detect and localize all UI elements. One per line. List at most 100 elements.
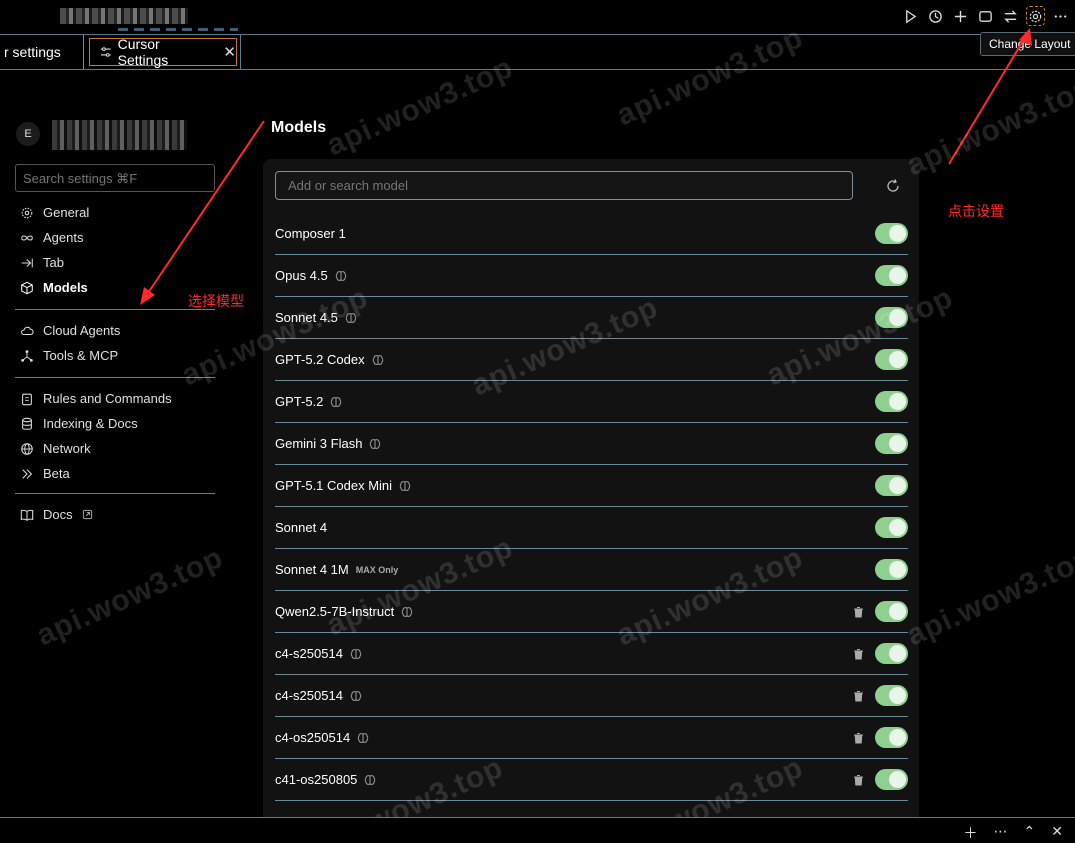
cube-icon bbox=[21, 281, 33, 294]
chevron-up-icon[interactable]: ⌃ bbox=[1024, 823, 1036, 843]
models-panel: Composer 1Opus 4.5Sonnet 4.5GPT-5.2 Code… bbox=[263, 159, 919, 843]
swap-icon[interactable] bbox=[1002, 7, 1019, 25]
sidebar-item-label: General bbox=[43, 205, 90, 220]
model-row: c4-s250514 bbox=[275, 633, 908, 675]
database-icon bbox=[22, 417, 32, 430]
more-icon[interactable] bbox=[1052, 7, 1069, 25]
sidebar-item-cloud-agents[interactable]: Cloud Agents bbox=[20, 318, 220, 343]
sidebar-item-general[interactable]: General bbox=[20, 200, 220, 225]
cloud-icon bbox=[21, 326, 34, 335]
blurred-window-title bbox=[60, 8, 188, 24]
model-row: GPT-5.2 bbox=[275, 381, 908, 423]
model-toggle[interactable] bbox=[875, 727, 908, 748]
model-toggle[interactable] bbox=[875, 265, 908, 286]
model-toggle[interactable] bbox=[875, 643, 908, 664]
model-name: Sonnet 4 bbox=[275, 520, 328, 535]
model-toggle[interactable] bbox=[875, 517, 908, 538]
search-input[interactable] bbox=[15, 164, 215, 192]
tab-settings-previous[interactable]: r settings bbox=[0, 35, 84, 69]
trash-icon[interactable] bbox=[853, 732, 864, 744]
model-toggle[interactable] bbox=[875, 559, 908, 580]
watermark: api.wow3.top bbox=[31, 540, 229, 653]
trash-icon[interactable] bbox=[853, 774, 864, 786]
title-bar bbox=[0, 0, 1075, 34]
model-search-input[interactable] bbox=[275, 171, 853, 200]
sidebar-item-docs[interactable]: Docs bbox=[20, 502, 220, 527]
model-row: Sonnet 4 bbox=[275, 507, 908, 549]
clipboard-icon bbox=[22, 393, 32, 405]
avatar: E bbox=[16, 122, 40, 146]
brain-icon bbox=[399, 480, 411, 491]
brain-icon bbox=[357, 732, 369, 743]
sidebar-item-tab[interactable]: Tab bbox=[20, 250, 220, 275]
close-icon[interactable]: ✕ bbox=[223, 43, 236, 61]
annotation-click-settings: 点击设置 bbox=[948, 203, 1004, 219]
tab-divider bbox=[240, 35, 241, 69]
trash-icon[interactable] bbox=[853, 690, 864, 702]
sidebar-item-beta[interactable]: Beta bbox=[20, 461, 220, 486]
model-row: Opus 4.5 bbox=[275, 255, 908, 297]
plus-icon[interactable] bbox=[952, 7, 969, 25]
blurred-title-underline bbox=[118, 28, 238, 31]
model-toggle[interactable] bbox=[875, 769, 908, 790]
model-name: c4-s250514 bbox=[275, 646, 343, 661]
model-row: Gemini 3 Flash bbox=[275, 423, 908, 465]
chevrons-icon bbox=[22, 468, 33, 479]
sidebar-item-label: Network bbox=[43, 441, 91, 456]
model-toggle[interactable] bbox=[875, 223, 908, 244]
tooltip: Change Layout bbox=[980, 32, 1075, 56]
globe-icon bbox=[21, 442, 33, 455]
tab-bar: r settings Cursor Settings ✕ bbox=[0, 34, 1075, 70]
brain-icon bbox=[370, 438, 381, 449]
model-toggle[interactable] bbox=[875, 685, 908, 706]
tab-cursor-settings[interactable]: Cursor Settings ✕ bbox=[89, 36, 237, 68]
model-toggle[interactable] bbox=[875, 391, 908, 412]
play-icon[interactable] bbox=[902, 7, 919, 25]
model-name: c4-s250514 bbox=[275, 688, 343, 703]
brain-icon bbox=[372, 354, 383, 365]
sidebar-divider bbox=[15, 493, 215, 494]
model-name: Opus 4.5 bbox=[275, 268, 328, 283]
trash-icon[interactable] bbox=[853, 648, 864, 660]
model-name: Gemini 3 Flash bbox=[275, 436, 363, 451]
sidebar-item-label: Cloud Agents bbox=[43, 323, 121, 338]
sidebar-item-indexing-docs[interactable]: Indexing & Docs bbox=[20, 411, 220, 436]
model-name: Composer 1 bbox=[275, 226, 346, 241]
nav-group-docs: Docs bbox=[20, 502, 220, 527]
model-toggle[interactable] bbox=[875, 601, 908, 622]
tab-label: Cursor Settings bbox=[117, 36, 169, 68]
brain-icon bbox=[335, 270, 347, 281]
sidebar-item-network[interactable]: Network bbox=[20, 436, 220, 461]
model-row: c4-s250514 bbox=[275, 675, 908, 717]
gear-icon[interactable] bbox=[1026, 6, 1045, 26]
model-toggle[interactable] bbox=[875, 349, 908, 370]
model-row: c41-os250805 bbox=[275, 759, 908, 801]
title-bar-actions bbox=[902, 6, 1069, 26]
model-row: Composer 1 bbox=[275, 213, 908, 255]
bottom-actions: ＋ ⋯ ⌃ ✕ bbox=[964, 823, 1063, 843]
bottom-panel-bar: ＋ ⋯ ⌃ ✕ bbox=[0, 817, 1075, 843]
model-row: GPT-5.1 Codex Mini bbox=[275, 465, 908, 507]
model-name: GPT-5.2 Codex bbox=[275, 352, 365, 367]
refresh-icon[interactable] bbox=[885, 178, 901, 194]
layout-icon[interactable] bbox=[977, 7, 994, 25]
gear-icon bbox=[21, 207, 33, 218]
sliders-icon bbox=[100, 47, 111, 57]
plus-icon[interactable]: ＋ bbox=[964, 823, 978, 843]
model-name: GPT-5.2 bbox=[275, 394, 324, 409]
model-toggle[interactable] bbox=[875, 433, 908, 454]
sidebar-item-label: Beta bbox=[43, 466, 70, 481]
model-toggle[interactable] bbox=[875, 475, 908, 496]
trash-icon[interactable] bbox=[853, 606, 864, 618]
nav-group-general: General Agents Tab Models bbox=[20, 200, 220, 300]
brain-icon bbox=[350, 690, 362, 701]
sidebar-item-agents[interactable]: Agents bbox=[20, 225, 220, 250]
nav-group-rules: Rules and Commands Indexing & Docs Netwo… bbox=[20, 386, 220, 486]
sidebar-item-label: Rules and Commands bbox=[43, 391, 172, 406]
more-icon[interactable]: ⋯ bbox=[994, 823, 1008, 843]
watermark: api.wow3.top bbox=[901, 70, 1075, 183]
close-icon[interactable]: ✕ bbox=[1051, 823, 1063, 843]
model-name: GPT-5.1 Codex Mini bbox=[275, 478, 393, 493]
model-name: Sonnet 4 1M bbox=[275, 562, 349, 577]
history-icon[interactable] bbox=[927, 7, 944, 25]
